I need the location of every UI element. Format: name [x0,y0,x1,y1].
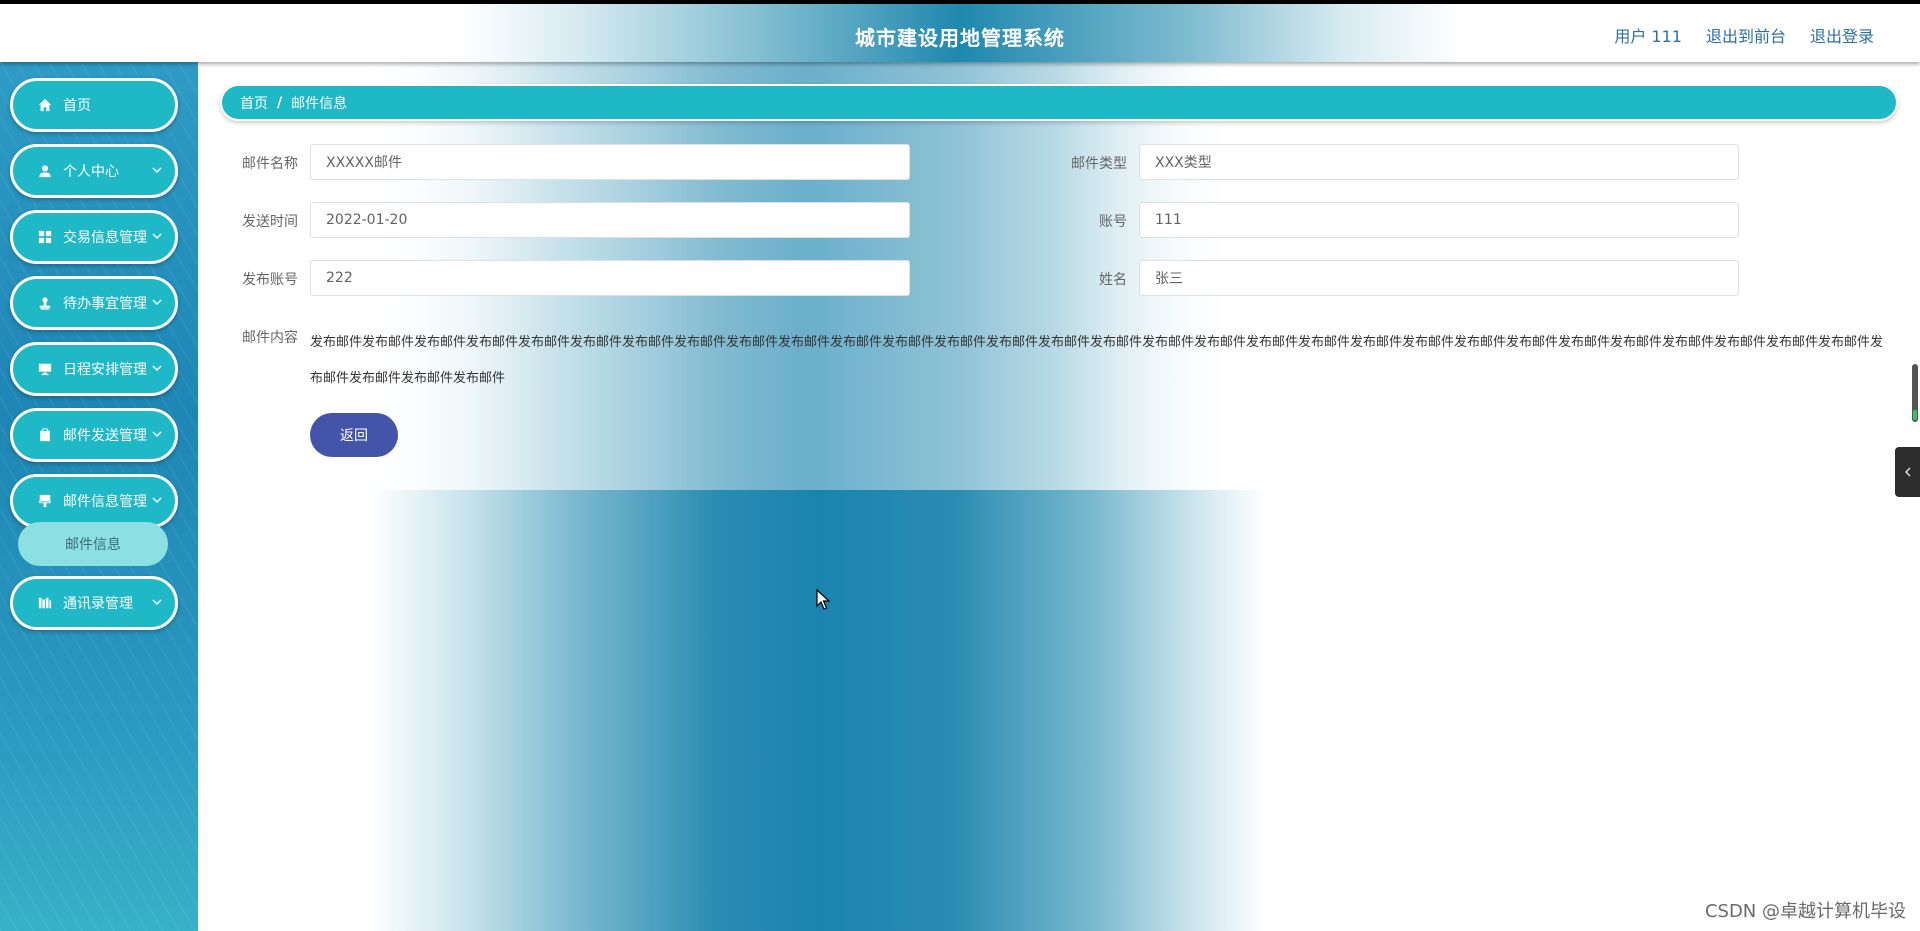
sidebar-item-label: 通讯录管理 [63,596,133,612]
submenu-item-mail-info[interactable]: 邮件信息 [18,522,168,566]
name-label: 姓名 [1099,272,1127,288]
scrollbar[interactable] [1912,364,1918,422]
mail-type-label: 邮件类型 [1071,156,1127,172]
clipboard-icon [37,427,53,443]
name-field[interactable]: 张三 [1139,260,1739,296]
account-label: 账号 [1099,214,1127,230]
sidebar-item-todo[interactable]: 待办事宜管理 [10,276,178,330]
sidebar-item-schedule[interactable]: 日程安排管理 [10,342,178,396]
publish-account-field[interactable]: 222 [310,260,910,296]
mail-type-field[interactable]: XXX类型 [1139,144,1739,180]
sidebar-item-label: 待办事宜管理 [63,296,147,312]
chevron-down-icon [151,596,163,608]
chevron-down-icon [151,362,163,374]
sidebar-item-personal-center[interactable]: 个人中心 [10,144,178,198]
account-field[interactable]: 111 [1139,202,1739,238]
sidebar-item-label: 邮件信息管理 [63,494,147,510]
content-label: 邮件内容 [242,330,298,346]
chevron-down-icon [151,296,163,308]
logout-link[interactable]: 退出登录 [1810,23,1874,47]
breadcrumb-home[interactable]: 首页 [240,93,268,113]
sidebar-item-label: 交易信息管理 [63,230,147,246]
home-icon [37,97,53,113]
monitor-icon [37,361,53,377]
breadcrumb: 首页 / 邮件信息 [220,84,1898,121]
sidebar-item-trade-info[interactable]: 交易信息管理 [10,210,178,264]
chevron-down-icon [151,494,163,506]
grid-icon [37,229,53,245]
breadcrumb-current: 邮件信息 [291,95,348,112]
book-icon [37,595,53,611]
stamp-icon [37,295,53,311]
publish-account-label: 发布账号 [242,272,298,288]
chevron-down-icon [151,164,163,176]
brush-icon [37,493,53,509]
chevron-left-icon [1903,463,1913,482]
chevron-down-icon [151,428,163,440]
send-time-field[interactable]: 2022-01-20 [310,202,910,238]
watermark: CSDN @卓越计算机毕设 [1704,901,1906,922]
sidebar-item-label: 日程安排管理 [63,362,147,378]
sidebar: 首页 个人中心 交易信息管理 待办事宜管理 日程安排管理 邮件发送管理 邮件信息… [0,62,198,931]
sidebar-item-label: 邮件发送管理 [63,428,147,444]
frontend-link[interactable]: 退出到前台 [1706,23,1786,47]
mail-content-text: 发布邮件发布邮件发布邮件发布邮件发布邮件发布邮件发布邮件发布邮件发布邮件发布邮件… [310,335,1884,386]
chevron-down-icon [151,230,163,242]
sidebar-item-label: 个人中心 [63,164,119,180]
mail-name-field[interactable]: XXXXX邮件 [310,144,910,180]
mouse-cursor-icon [816,588,831,611]
mail-name-label: 邮件名称 [242,156,298,172]
send-time-label: 发送时间 [242,214,298,230]
sidebar-item-mail-info[interactable]: 邮件信息管理 [10,474,178,528]
top-header: 城市建设用地管理系统 用户 111 退出到前台 退出登录 [0,0,1920,62]
breadcrumb-separator: / [277,94,283,111]
header-links: 用户 111 退出到前台 退出登录 [1614,23,1874,47]
sidebar-item-contacts[interactable]: 通讯录管理 [10,576,178,630]
sidebar-item-mail-send[interactable]: 邮件发送管理 [10,408,178,462]
sidebar-item-label: 首页 [63,98,91,114]
user-icon [37,163,53,179]
back-button[interactable]: 返回 [310,413,398,457]
sidebar-item-home[interactable]: 首页 [10,78,178,132]
user-label[interactable]: 用户 111 [1614,23,1682,47]
side-panel-toggle[interactable] [1895,447,1920,497]
